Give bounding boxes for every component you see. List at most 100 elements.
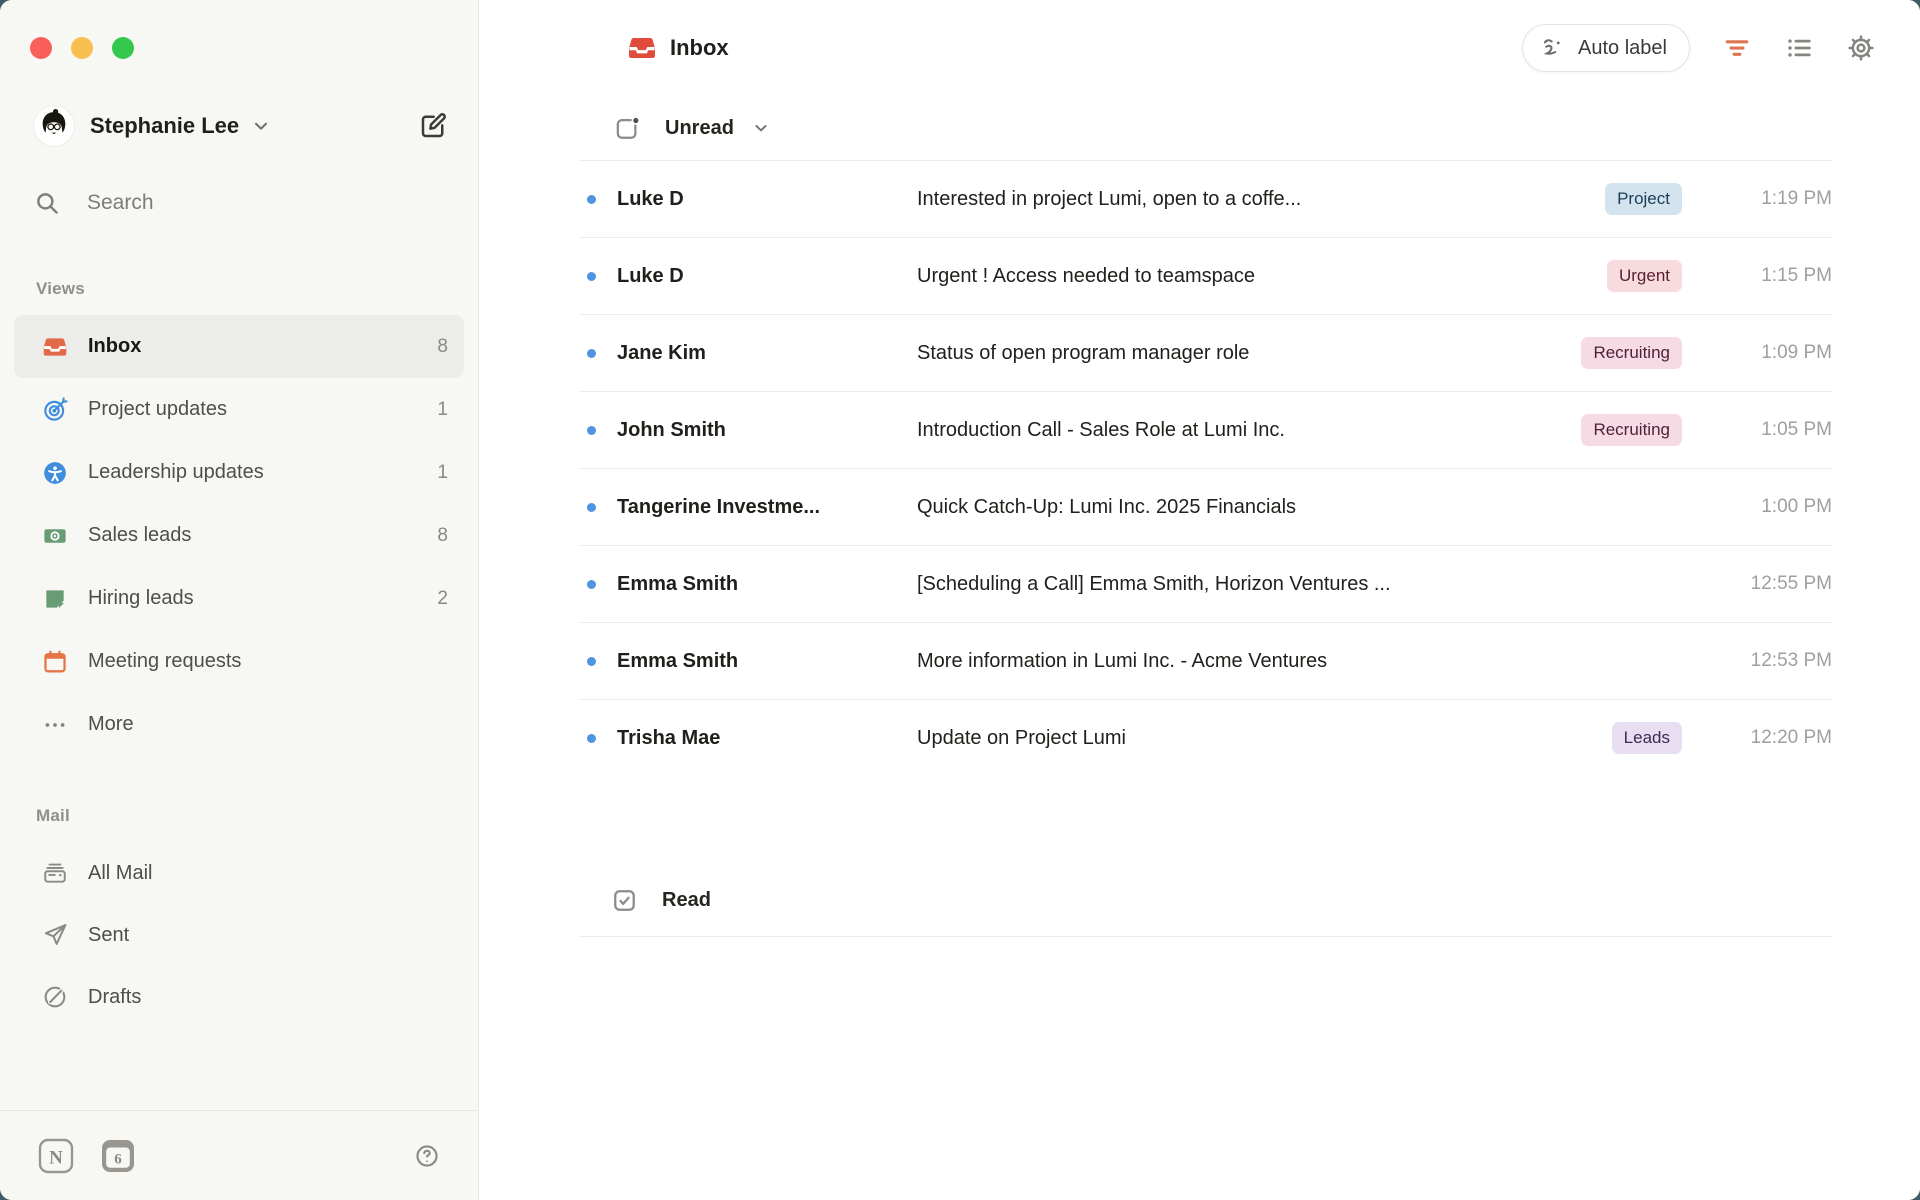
chevron-down-icon (249, 114, 273, 138)
list-view-icon[interactable] (1784, 33, 1814, 63)
label-badge[interactable]: Leads (1612, 722, 1682, 754)
email-row[interactable]: Luke DInterested in project Lumi, open t… (579, 161, 1832, 238)
search-input[interactable]: Search (33, 183, 448, 223)
email-time: 1:09 PM (1682, 342, 1832, 364)
help-icon[interactable] (414, 1143, 440, 1169)
label-badge[interactable]: Recruiting (1581, 337, 1682, 369)
unread-dot (587, 349, 596, 358)
window-controls (0, 0, 478, 59)
read-section-header[interactable]: Read (579, 864, 1832, 936)
calendar-app-icon[interactable]: 6 (100, 1138, 136, 1174)
svg-text:6: 6 (114, 1151, 122, 1167)
main-panel: Inbox Auto label Unread Luke DInterested… (479, 0, 1920, 1200)
sidebar-item-meeting-requests[interactable]: Meeting requests (14, 630, 464, 693)
sidebar-item-inbox[interactable]: Inbox8 (14, 315, 464, 378)
zoom-window-button[interactable] (112, 37, 134, 59)
auto-label-button[interactable]: Auto label (1522, 24, 1690, 72)
sidebar-item-more[interactable]: More (14, 693, 464, 756)
email-row[interactable]: Tangerine Investme...Quick Catch-Up: Lum… (579, 469, 1832, 546)
sidebar-item-label: Project updates (88, 398, 227, 421)
svg-text:N: N (49, 1147, 63, 1168)
email-time: 1:15 PM (1682, 265, 1832, 287)
email-row[interactable]: John SmithIntroduction Call - Sales Role… (579, 392, 1832, 469)
page-title: Inbox (670, 35, 729, 61)
unread-dot (587, 426, 596, 435)
sidebar: Stephanie Lee Search Views Inbox8Project… (0, 0, 479, 1200)
search-placeholder: Search (87, 191, 154, 215)
email-time: 1:19 PM (1682, 188, 1832, 210)
unread-dot (587, 734, 596, 743)
email-time: 1:05 PM (1682, 419, 1832, 441)
email-sender: Tangerine Investme... (617, 496, 917, 519)
email-row[interactable]: Luke DUrgent ! Access needed to teamspac… (579, 238, 1832, 315)
unread-dot (587, 195, 596, 204)
chevron-down-icon (750, 117, 772, 139)
unread-dot (587, 503, 596, 512)
label-badge[interactable]: Urgent (1607, 260, 1682, 292)
sidebar-item-project-updates[interactable]: Project updates 1 (14, 378, 464, 441)
search-icon (33, 189, 61, 217)
email-sender: Emma Smith (617, 573, 917, 596)
email-row[interactable]: Emma Smith[Scheduling a Call] Emma Smith… (579, 546, 1832, 623)
minimize-window-button[interactable] (71, 37, 93, 59)
notion-app-icon[interactable]: N (38, 1138, 74, 1174)
read-checkbox-icon (611, 887, 638, 914)
email-sender: Jane Kim (617, 342, 917, 365)
close-window-button[interactable] (30, 37, 52, 59)
inbox-icon (627, 33, 657, 63)
dots-icon (42, 712, 68, 738)
unread-dot (587, 657, 596, 666)
sidebar-item-sales-leads[interactable]: Sales leads8 (14, 504, 464, 567)
email-subject: More information in Lumi Inc. - Acme Ven… (917, 650, 1682, 673)
divider (579, 936, 1832, 937)
sidebar-item-hiring-leads[interactable]: Hiring leads2 (14, 567, 464, 630)
note-icon (42, 586, 68, 612)
email-list-area: Unread Luke DInterested in project Lumi,… (579, 96, 1832, 937)
sidebar-item-drafts[interactable]: Drafts (14, 966, 464, 1028)
unread-count: 8 (437, 336, 448, 358)
email-subject: Status of open program manager role (917, 342, 1581, 365)
avatar (33, 105, 75, 147)
label-badge[interactable]: Project (1605, 183, 1682, 215)
sidebar-item-label: Leadership updates (88, 461, 264, 484)
email-time: 1:00 PM (1682, 496, 1832, 518)
sidebar-item-label: Drafts (88, 986, 141, 1009)
email-time: 12:53 PM (1682, 650, 1832, 672)
email-sender: Trisha Mae (617, 727, 917, 750)
label-badge[interactable]: Recruiting (1581, 414, 1682, 446)
sidebar-item-all-mail[interactable]: All Mail (14, 842, 464, 904)
user-name: Stephanie Lee (90, 113, 239, 139)
target-icon (42, 397, 68, 423)
draft-icon (42, 984, 68, 1010)
email-subject: Introduction Call - Sales Role at Lumi I… (917, 419, 1581, 442)
email-subject: [Scheduling a Call] Emma Smith, Horizon … (917, 573, 1682, 596)
unread-section-header[interactable]: Unread (579, 96, 1832, 160)
email-sender: John Smith (617, 419, 917, 442)
email-sender: Emma Smith (617, 650, 917, 673)
email-time: 12:55 PM (1682, 573, 1832, 595)
filter-icon[interactable] (1722, 33, 1752, 63)
account-switcher[interactable]: Stephanie Lee (33, 105, 448, 147)
settings-gear-icon[interactable] (1846, 33, 1876, 63)
person-icon (42, 460, 68, 486)
allmail-icon (42, 860, 68, 886)
sidebar-item-label: Sent (88, 924, 129, 947)
email-sender: Luke D (617, 265, 917, 288)
email-time: 12:20 PM (1682, 727, 1832, 749)
sidebar-item-leadership-updates[interactable]: Leadership updates 1 (14, 441, 464, 504)
email-row[interactable]: Emma SmithMore information in Lumi Inc. … (579, 623, 1832, 700)
unread-count: 1 (437, 399, 448, 421)
email-row[interactable]: Jane KimStatus of open program manager r… (579, 315, 1832, 392)
main-header: Inbox Auto label (479, 0, 1920, 96)
email-sender: Luke D (617, 188, 917, 211)
sidebar-footer: N 6 (0, 1110, 478, 1200)
email-subject: Update on Project Lumi (917, 727, 1612, 750)
mail-list: All Mail Sent Drafts (0, 842, 478, 1028)
sidebar-item-sent[interactable]: Sent (14, 904, 464, 966)
email-list: Luke DInterested in project Lumi, open t… (579, 161, 1832, 776)
compose-button[interactable] (418, 111, 448, 141)
email-row[interactable]: Trisha MaeUpdate on Project LumiLeads12:… (579, 700, 1832, 776)
sidebar-item-label: Sales leads (88, 524, 191, 547)
views-heading: Views (36, 279, 478, 299)
unread-count: 1 (437, 462, 448, 484)
